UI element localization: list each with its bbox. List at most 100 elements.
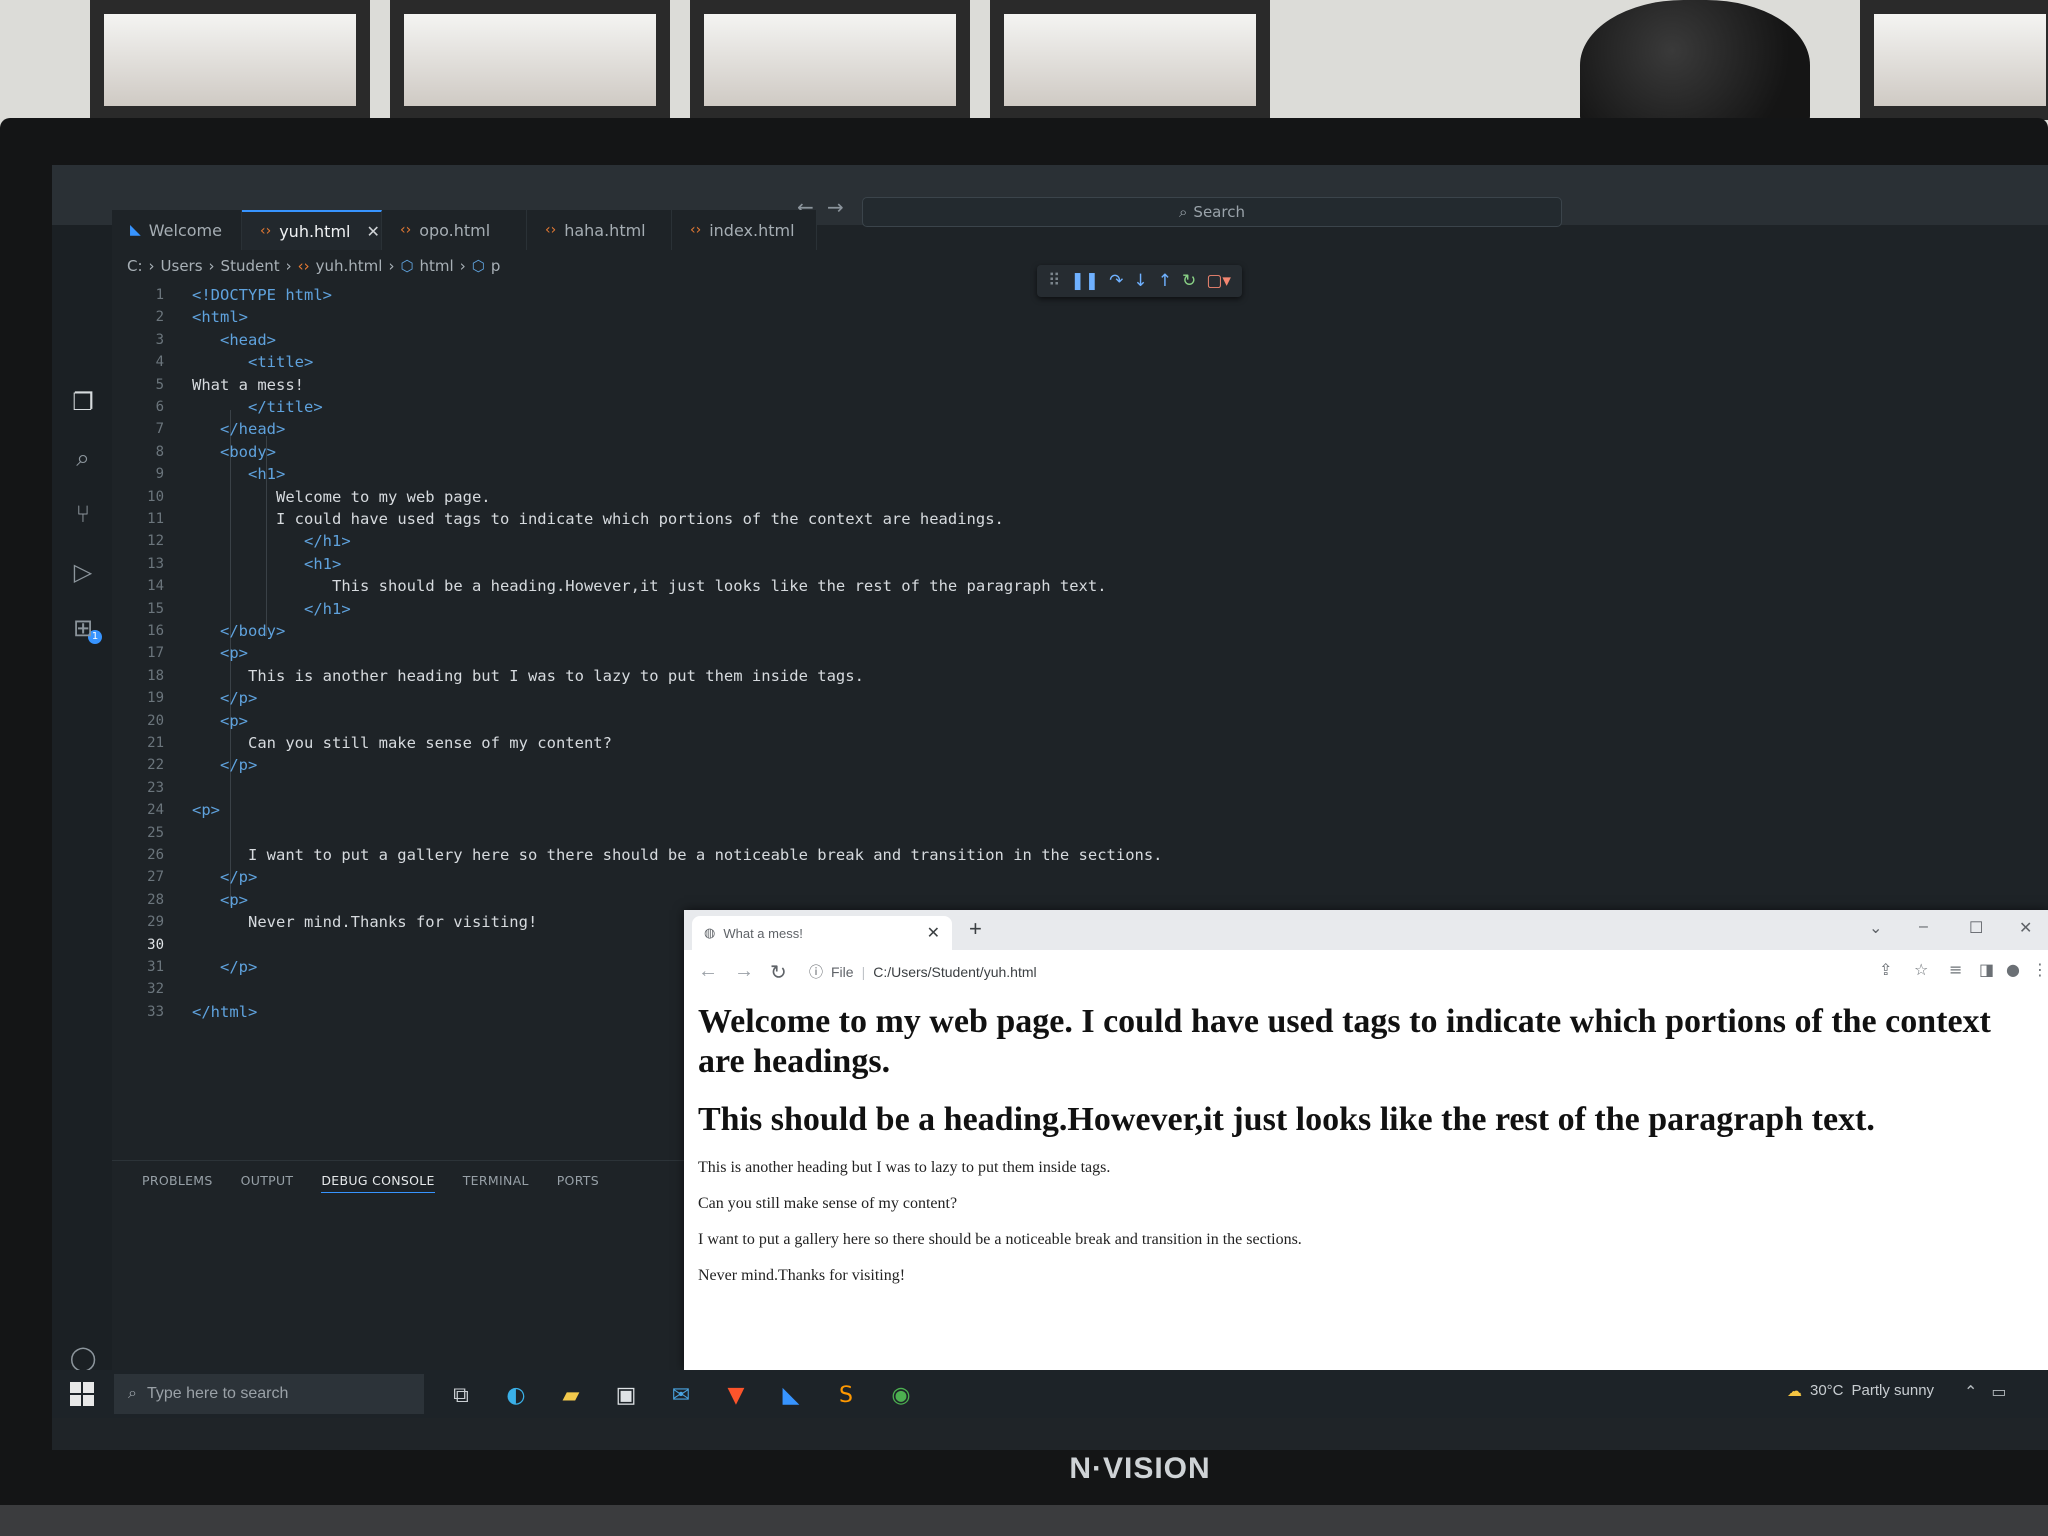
code-line[interactable]: 9 <h1> [112,463,286,485]
line-number: 10 [147,488,164,505]
side-panel-icon[interactable]: ◨ [1979,960,1994,979]
code-line[interactable]: 31 </p> [112,956,257,978]
breadcrumb-item[interactable]: C: [127,257,143,275]
code-text: </body> [220,622,286,640]
brave-icon[interactable]: ▼ [722,1382,750,1410]
sublime-icon[interactable]: S [832,1382,860,1410]
breadcrumb-item[interactable]: html [420,257,454,275]
code-text: This should be a heading.However,it just… [332,577,1107,596]
tab-welcome[interactable]: ◣ Welcome [112,210,242,250]
windows-start-icon[interactable] [70,1382,94,1406]
code-line[interactable]: 25 [112,822,192,844]
browser-tab-title: What a mess! [723,925,803,941]
tab-problems[interactable]: PROBLEMS [142,1173,213,1193]
code-line[interactable]: 26 I want to put a gallery here so there … [112,844,1162,866]
weather-widget[interactable]: ☁ 30°C Partly sunny [1787,1382,1934,1400]
code-line[interactable]: 29 Never mind.Thanks for visiting! [112,911,537,933]
code-line[interactable]: 7 </head> [112,418,286,440]
code-line[interactable]: 21 Can you still make sense of my content… [112,732,612,754]
code-line[interactable]: 10 Welcome to my web page. [112,486,491,508]
reload-icon[interactable]: ↻ [770,960,787,985]
tab-output[interactable]: OUTPUT [241,1173,294,1193]
browser-tab[interactable]: ◍ What a mess! ✕ [692,916,952,950]
tab-haha-html[interactable]: ‹› haha.html [527,210,672,250]
breadcrumb-item[interactable]: p [491,257,501,275]
code-line[interactable]: 13 <h1> [112,553,341,575]
code-text: <p> [220,711,248,730]
tab-opo-html[interactable]: ‹› opo.html [382,210,527,250]
tab-terminal[interactable]: TERMINAL [463,1173,529,1193]
command-search-bar[interactable]: ⌕ Search [862,197,1562,227]
tab-close-icon[interactable]: ✕ [366,222,379,241]
code-line[interactable]: 23 [112,777,192,799]
code-line[interactable]: 17 <p> [112,642,248,664]
line-number: 11 [147,511,164,527]
tab-index-html[interactable]: ‹› index.html [672,210,817,250]
run-debug-icon[interactable]: ▷ [68,557,98,587]
account-icon[interactable]: ◯ [68,1343,98,1373]
code-line[interactable]: 27 </p> [112,866,257,888]
code-line[interactable]: 32 [112,978,192,1000]
edge-icon[interactable]: ◐ [502,1382,530,1410]
reading-list-icon[interactable]: ≡ [1949,960,1962,979]
line-number: 19 [147,690,164,707]
code-line[interactable]: 8 <body> [112,441,276,463]
maximize-icon[interactable]: ☐ [1969,918,1983,938]
code-line[interactable]: 20 <p> [112,710,248,732]
code-line[interactable]: 18 This is another heading but I was to l… [112,665,864,687]
code-line[interactable]: 4 <title> [112,351,314,373]
code-line[interactable]: 14 This should be a heading.However,it ju… [112,575,1107,597]
code-line[interactable]: 12 </h1> [112,530,351,552]
code-line[interactable]: 16 </body> [112,620,285,642]
task-view-icon[interactable]: ⧉ [447,1382,475,1410]
code-line[interactable]: 6 </title> [112,396,323,418]
code-line[interactable]: 15 </h1> [112,598,351,620]
code-line[interactable]: 33 </html> [112,1001,257,1023]
code-line[interactable]: 30 [112,934,192,956]
new-tab-button[interactable]: + [969,916,982,942]
chevron-up-icon[interactable]: ⌃ [1964,1382,1977,1401]
code-line[interactable]: 3 <head> [112,329,276,351]
breadcrumb-item[interactable]: Users [161,257,203,275]
vscode-icon[interactable]: ◣ [777,1382,805,1410]
code-line[interactable]: 28 <p> [112,889,248,911]
address-bar[interactable]: ⓘ File | C:/Users/Student/yuh.html [809,958,1569,986]
menu-icon[interactable]: ⋮ [2032,960,2048,979]
mail-icon[interactable]: ✉ [667,1382,695,1410]
editor-tabs: ◣ Welcome ‹› yuh.html ✕ ‹› opo.html ‹› h… [112,210,872,250]
chevron-down-icon[interactable]: ⌄ [1869,918,1882,938]
chrome-icon[interactable]: ◉ [887,1382,915,1410]
code-line[interactable]: 19 </p> [112,687,257,709]
close-tab-icon[interactable]: ✕ [927,923,940,943]
tab-yuh-html[interactable]: ‹› yuh.html ✕ [242,210,382,250]
extensions-icon[interactable]: ⊞ [68,613,98,643]
profile-icon[interactable]: ● [2006,960,2020,979]
close-window-icon[interactable]: ✕ [2019,918,2032,938]
code-line[interactable]: 5 What a mess! [112,374,304,396]
minimize-icon[interactable]: – [1919,918,1928,936]
source-control-icon[interactable]: ⑂ [68,499,98,529]
page-paragraph: I want to put a gallery here so there sh… [698,1231,1302,1248]
code-line[interactable]: 22 </p> [112,754,257,776]
forward-arrow-icon[interactable]: → [734,960,754,983]
taskbar-search-box[interactable]: ⌕ Type here to search [114,1374,424,1414]
code-line[interactable]: 11 I could have used tags to indicate whi… [112,508,1004,530]
page-heading: Welcome to my web page. I could have use… [698,1003,1991,1080]
browser-window: ◍ What a mess! ✕ + ⌄ – ☐ ✕ ← → ↻ ⓘ File … [684,910,2048,1370]
code-line[interactable]: 2 <html> [112,306,248,328]
explorer-icon[interactable]: ❐ [68,387,98,417]
store-icon[interactable]: ▣ [612,1382,640,1410]
tab-debug-console[interactable]: DEBUG CONSOLE [321,1173,435,1193]
search-icon[interactable]: ⌕ [68,443,98,473]
file-explorer-icon[interactable]: ▰ [557,1382,585,1410]
back-arrow-icon[interactable]: ← [698,960,718,983]
network-icon[interactable]: ▭ [1991,1382,2006,1401]
tab-ports[interactable]: PORTS [557,1173,599,1193]
code-line[interactable]: 1 <!DOCTYPE html> [112,284,332,306]
code-line[interactable]: 24 <p> [112,799,220,821]
breadcrumb-item[interactable]: yuh.html [316,257,383,275]
code-text: Welcome to my web page. [276,487,491,506]
share-icon[interactable]: ⇪ [1879,960,1892,979]
bookmark-star-icon[interactable]: ☆ [1914,960,1928,979]
breadcrumb-item[interactable]: Student [221,257,280,275]
